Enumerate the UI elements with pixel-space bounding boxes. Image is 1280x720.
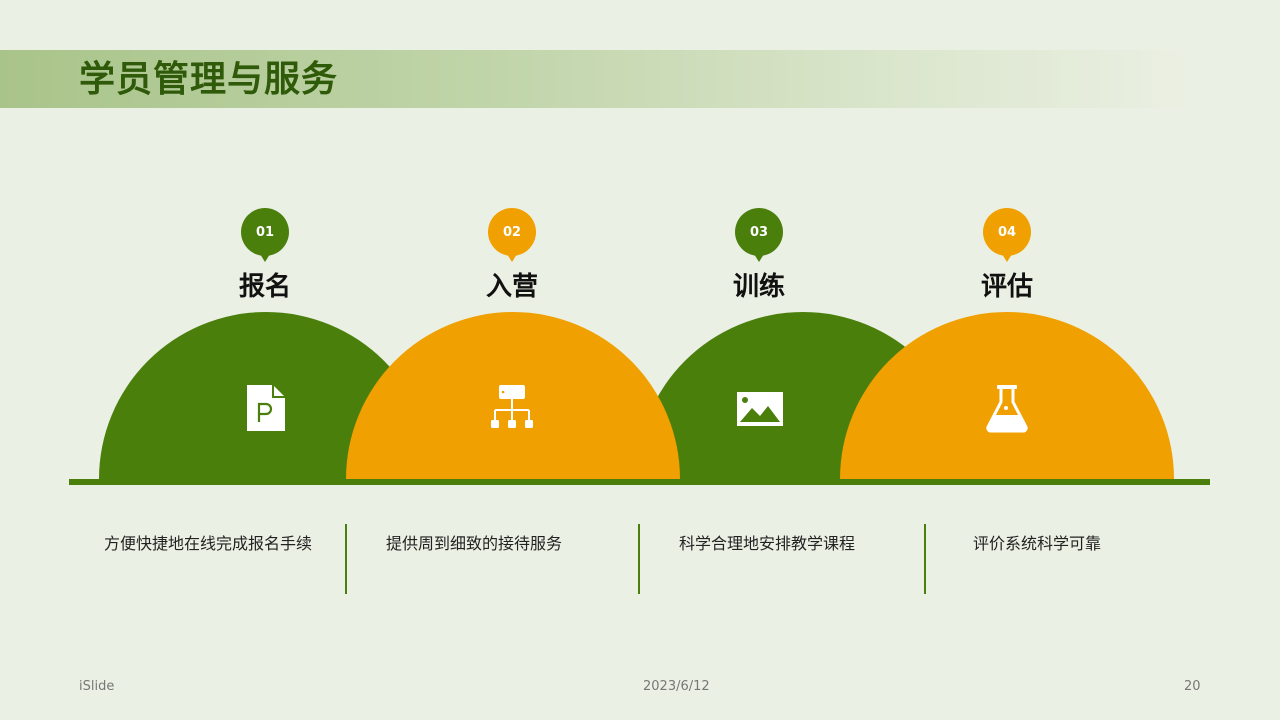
- step-2-number-badge: 02: [488, 208, 536, 262]
- step-1-title: 报名: [238, 272, 291, 302]
- document-p-icon: [247, 385, 285, 431]
- step-4-number-badge: 04: [983, 208, 1031, 262]
- image-icon: [737, 392, 783, 426]
- step-3-title: 训练: [732, 272, 785, 302]
- timeline-baseline: [69, 479, 1210, 485]
- column-divider-3: [924, 524, 926, 594]
- step-1-description: 方便快捷地在线完成报名手续: [104, 534, 313, 553]
- footer-page-number: 20: [1184, 679, 1201, 694]
- step-4-title: 评估: [980, 272, 1033, 302]
- step-2-title: 入营: [485, 272, 538, 302]
- column-divider-1: [345, 524, 347, 594]
- step-2-description: 提供周到细致的接待服务: [386, 534, 563, 553]
- step-4-description: 评价系统科学可靠: [973, 534, 1102, 553]
- process-diagram: 01 02 03 04 报名 入营 训练 评估 方便快捷地在线完成报名手续 提供…: [0, 0, 1280, 720]
- flask-icon: [986, 385, 1028, 433]
- step-1-number-badge: 01: [241, 208, 289, 262]
- hierarchy-icon: [491, 385, 533, 428]
- column-divider-2: [638, 524, 640, 594]
- step-3-number-badge: 03: [735, 208, 783, 262]
- footer-brand: iSlide: [79, 679, 115, 694]
- step-3-description: 科学合理地安排教学课程: [679, 534, 856, 553]
- footer-date: 2023/6/12: [643, 679, 710, 694]
